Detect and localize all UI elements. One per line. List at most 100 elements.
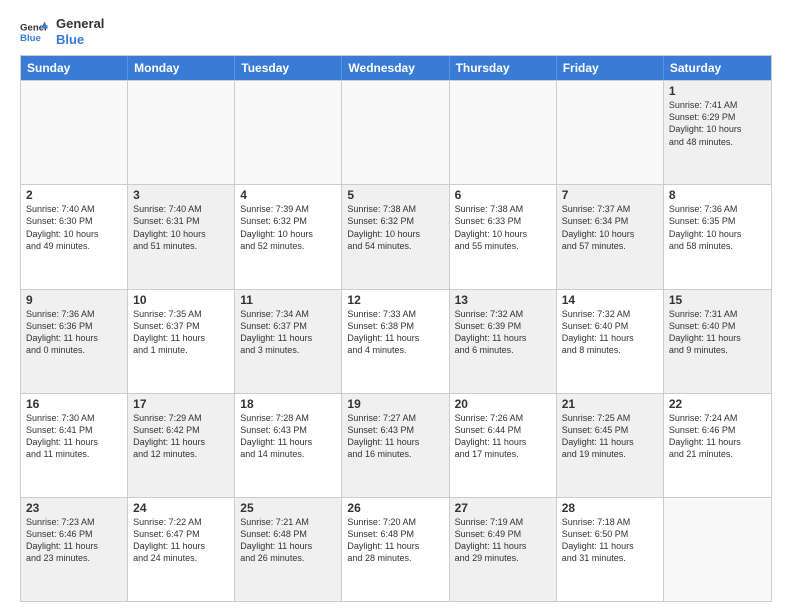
day-number: 13	[455, 293, 551, 307]
calendar-row: 2Sunrise: 7:40 AM Sunset: 6:30 PM Daylig…	[21, 184, 771, 288]
cell-info: Sunrise: 7:24 AM Sunset: 6:46 PM Dayligh…	[669, 412, 766, 461]
day-number: 10	[133, 293, 229, 307]
calendar-cell: 20Sunrise: 7:26 AM Sunset: 6:44 PM Dayli…	[450, 394, 557, 497]
cell-info: Sunrise: 7:35 AM Sunset: 6:37 PM Dayligh…	[133, 308, 229, 357]
calendar-cell: 2Sunrise: 7:40 AM Sunset: 6:30 PM Daylig…	[21, 185, 128, 288]
day-number: 3	[133, 188, 229, 202]
calendar-cell	[450, 81, 557, 184]
calendar-header-cell: Thursday	[450, 56, 557, 80]
day-number: 17	[133, 397, 229, 411]
day-number: 15	[669, 293, 766, 307]
day-number: 26	[347, 501, 443, 515]
cell-info: Sunrise: 7:29 AM Sunset: 6:42 PM Dayligh…	[133, 412, 229, 461]
day-number: 16	[26, 397, 122, 411]
cell-info: Sunrise: 7:31 AM Sunset: 6:40 PM Dayligh…	[669, 308, 766, 357]
calendar-cell: 5Sunrise: 7:38 AM Sunset: 6:32 PM Daylig…	[342, 185, 449, 288]
day-number: 12	[347, 293, 443, 307]
page: General Blue General Blue SundayMondayTu…	[0, 0, 792, 612]
cell-info: Sunrise: 7:18 AM Sunset: 6:50 PM Dayligh…	[562, 516, 658, 565]
day-number: 11	[240, 293, 336, 307]
cell-info: Sunrise: 7:41 AM Sunset: 6:29 PM Dayligh…	[669, 99, 766, 148]
calendar-cell: 12Sunrise: 7:33 AM Sunset: 6:38 PM Dayli…	[342, 290, 449, 393]
day-number: 28	[562, 501, 658, 515]
svg-text:Blue: Blue	[20, 32, 41, 43]
calendar-row: 16Sunrise: 7:30 AM Sunset: 6:41 PM Dayli…	[21, 393, 771, 497]
day-number: 23	[26, 501, 122, 515]
calendar-cell: 1Sunrise: 7:41 AM Sunset: 6:29 PM Daylig…	[664, 81, 771, 184]
calendar-cell: 11Sunrise: 7:34 AM Sunset: 6:37 PM Dayli…	[235, 290, 342, 393]
cell-info: Sunrise: 7:38 AM Sunset: 6:32 PM Dayligh…	[347, 203, 443, 252]
calendar-header-cell: Saturday	[664, 56, 771, 80]
logo-icon: General Blue	[20, 18, 48, 46]
calendar-cell: 28Sunrise: 7:18 AM Sunset: 6:50 PM Dayli…	[557, 498, 664, 601]
cell-info: Sunrise: 7:33 AM Sunset: 6:38 PM Dayligh…	[347, 308, 443, 357]
cell-info: Sunrise: 7:25 AM Sunset: 6:45 PM Dayligh…	[562, 412, 658, 461]
calendar-cell: 15Sunrise: 7:31 AM Sunset: 6:40 PM Dayli…	[664, 290, 771, 393]
logo: General Blue General Blue	[20, 16, 104, 47]
cell-info: Sunrise: 7:22 AM Sunset: 6:47 PM Dayligh…	[133, 516, 229, 565]
day-number: 4	[240, 188, 336, 202]
logo-general-text: General	[56, 16, 104, 32]
cell-info: Sunrise: 7:40 AM Sunset: 6:31 PM Dayligh…	[133, 203, 229, 252]
calendar-header: SundayMondayTuesdayWednesdayThursdayFrid…	[21, 56, 771, 80]
calendar-cell: 25Sunrise: 7:21 AM Sunset: 6:48 PM Dayli…	[235, 498, 342, 601]
cell-info: Sunrise: 7:19 AM Sunset: 6:49 PM Dayligh…	[455, 516, 551, 565]
calendar-cell	[342, 81, 449, 184]
calendar-cell: 17Sunrise: 7:29 AM Sunset: 6:42 PM Dayli…	[128, 394, 235, 497]
calendar-cell: 9Sunrise: 7:36 AM Sunset: 6:36 PM Daylig…	[21, 290, 128, 393]
header: General Blue General Blue	[20, 16, 772, 47]
calendar-header-cell: Wednesday	[342, 56, 449, 80]
calendar-body: 1Sunrise: 7:41 AM Sunset: 6:29 PM Daylig…	[21, 80, 771, 601]
cell-info: Sunrise: 7:21 AM Sunset: 6:48 PM Dayligh…	[240, 516, 336, 565]
day-number: 6	[455, 188, 551, 202]
day-number: 18	[240, 397, 336, 411]
cell-info: Sunrise: 7:32 AM Sunset: 6:39 PM Dayligh…	[455, 308, 551, 357]
day-number: 14	[562, 293, 658, 307]
calendar-cell: 13Sunrise: 7:32 AM Sunset: 6:39 PM Dayli…	[450, 290, 557, 393]
day-number: 8	[669, 188, 766, 202]
cell-info: Sunrise: 7:39 AM Sunset: 6:32 PM Dayligh…	[240, 203, 336, 252]
day-number: 9	[26, 293, 122, 307]
calendar-cell: 27Sunrise: 7:19 AM Sunset: 6:49 PM Dayli…	[450, 498, 557, 601]
calendar-cell: 21Sunrise: 7:25 AM Sunset: 6:45 PM Dayli…	[557, 394, 664, 497]
calendar-cell: 22Sunrise: 7:24 AM Sunset: 6:46 PM Dayli…	[664, 394, 771, 497]
calendar-row: 1Sunrise: 7:41 AM Sunset: 6:29 PM Daylig…	[21, 80, 771, 184]
cell-info: Sunrise: 7:20 AM Sunset: 6:48 PM Dayligh…	[347, 516, 443, 565]
day-number: 20	[455, 397, 551, 411]
cell-info: Sunrise: 7:34 AM Sunset: 6:37 PM Dayligh…	[240, 308, 336, 357]
cell-info: Sunrise: 7:28 AM Sunset: 6:43 PM Dayligh…	[240, 412, 336, 461]
calendar-cell: 16Sunrise: 7:30 AM Sunset: 6:41 PM Dayli…	[21, 394, 128, 497]
calendar-cell	[557, 81, 664, 184]
calendar-cell	[235, 81, 342, 184]
calendar-cell: 14Sunrise: 7:32 AM Sunset: 6:40 PM Dayli…	[557, 290, 664, 393]
cell-info: Sunrise: 7:32 AM Sunset: 6:40 PM Dayligh…	[562, 308, 658, 357]
calendar-row: 23Sunrise: 7:23 AM Sunset: 6:46 PM Dayli…	[21, 497, 771, 601]
day-number: 5	[347, 188, 443, 202]
calendar-cell: 7Sunrise: 7:37 AM Sunset: 6:34 PM Daylig…	[557, 185, 664, 288]
calendar-cell: 24Sunrise: 7:22 AM Sunset: 6:47 PM Dayli…	[128, 498, 235, 601]
calendar-cell: 6Sunrise: 7:38 AM Sunset: 6:33 PM Daylig…	[450, 185, 557, 288]
day-number: 7	[562, 188, 658, 202]
day-number: 19	[347, 397, 443, 411]
day-number: 27	[455, 501, 551, 515]
cell-info: Sunrise: 7:40 AM Sunset: 6:30 PM Dayligh…	[26, 203, 122, 252]
calendar-cell	[128, 81, 235, 184]
calendar-header-cell: Friday	[557, 56, 664, 80]
calendar-cell: 3Sunrise: 7:40 AM Sunset: 6:31 PM Daylig…	[128, 185, 235, 288]
day-number: 25	[240, 501, 336, 515]
calendar-cell	[21, 81, 128, 184]
calendar-header-cell: Monday	[128, 56, 235, 80]
calendar-cell: 8Sunrise: 7:36 AM Sunset: 6:35 PM Daylig…	[664, 185, 771, 288]
cell-info: Sunrise: 7:36 AM Sunset: 6:35 PM Dayligh…	[669, 203, 766, 252]
day-number: 24	[133, 501, 229, 515]
calendar-cell: 19Sunrise: 7:27 AM Sunset: 6:43 PM Dayli…	[342, 394, 449, 497]
day-number: 2	[26, 188, 122, 202]
day-number: 1	[669, 84, 766, 98]
cell-info: Sunrise: 7:30 AM Sunset: 6:41 PM Dayligh…	[26, 412, 122, 461]
calendar-cell: 4Sunrise: 7:39 AM Sunset: 6:32 PM Daylig…	[235, 185, 342, 288]
calendar-cell	[664, 498, 771, 601]
calendar-cell: 18Sunrise: 7:28 AM Sunset: 6:43 PM Dayli…	[235, 394, 342, 497]
logo-blue-text: Blue	[56, 32, 104, 48]
day-number: 21	[562, 397, 658, 411]
cell-info: Sunrise: 7:23 AM Sunset: 6:46 PM Dayligh…	[26, 516, 122, 565]
